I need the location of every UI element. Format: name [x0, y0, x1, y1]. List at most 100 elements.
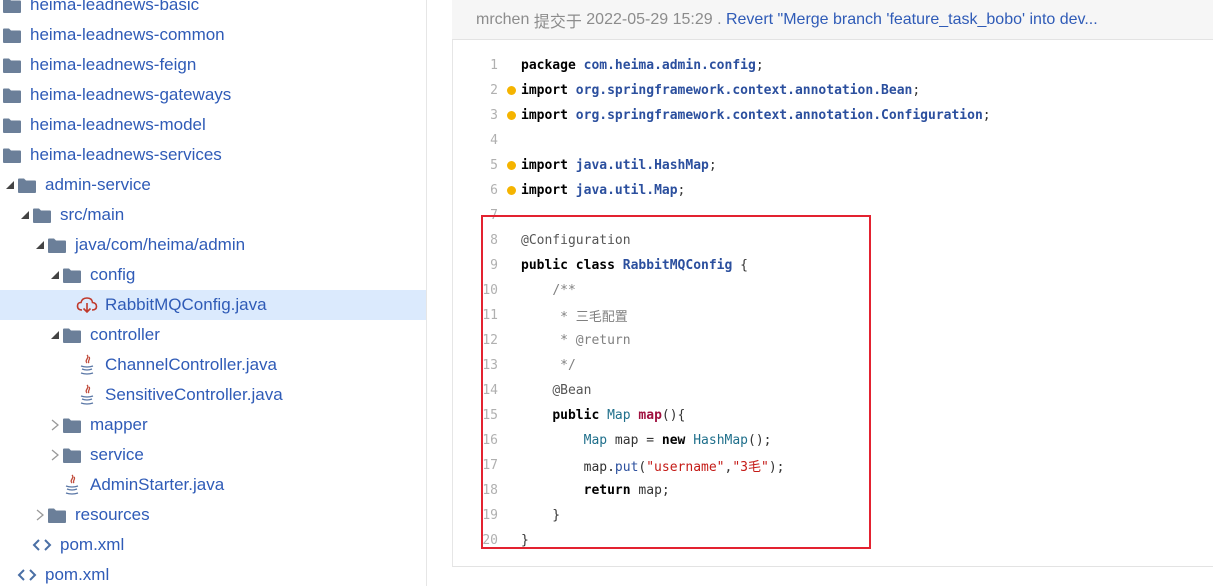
code-token: package	[521, 58, 576, 73]
tree-item[interactable]: AdminStarter.java	[0, 470, 426, 500]
folder-icon	[1, 24, 23, 46]
line-number[interactable]: 19	[453, 508, 498, 523]
tree-item[interactable]: heima-leadnews-model	[0, 110, 426, 140]
caret-expanded-icon[interactable]	[49, 269, 61, 281]
caret-collapsed-icon[interactable]	[34, 509, 46, 521]
line-number[interactable]: 18	[453, 483, 498, 498]
caret-expanded-icon[interactable]	[19, 209, 31, 221]
code-token: @Configuration	[521, 233, 631, 248]
code-token: ;	[755, 58, 764, 73]
caret-expanded-icon[interactable]	[4, 179, 16, 191]
line-number[interactable]: 4	[453, 133, 498, 148]
code-text: import java.util.Map;	[521, 183, 685, 198]
line-number[interactable]: 17	[453, 458, 498, 473]
tree-item-label: heima-leadnews-gateways	[30, 85, 232, 104]
tree-item-label: pom.xml	[60, 535, 125, 554]
tree-item[interactable]: SensitiveController.java	[0, 380, 426, 410]
tree-item[interactable]: pom.xml	[0, 560, 426, 586]
code-line: 18 return map;	[453, 478, 1213, 503]
tree-item-label: pom.xml	[45, 565, 110, 584]
tree-item-label: heima-leadnews-common	[30, 25, 225, 44]
commit-info: mrchen 提交于 2022-05-29 15:29 . Revert "Me…	[452, 0, 1213, 40]
tree-item-label: heima-leadnews-feign	[30, 55, 197, 74]
folder-icon	[1, 114, 23, 136]
caret-collapsed-icon[interactable]	[49, 419, 61, 431]
tree-item[interactable]: controller	[0, 320, 426, 350]
tree-item[interactable]: RabbitMQConfig.java	[0, 290, 426, 320]
folder-icon	[1, 144, 23, 166]
code-token: }	[521, 533, 529, 548]
code-text: import org.springframework.context.annot…	[521, 108, 991, 123]
line-number[interactable]: 3	[453, 108, 498, 123]
code-token: * @return	[560, 333, 631, 348]
tree-item[interactable]: admin-service	[0, 170, 426, 200]
line-number[interactable]: 20	[453, 533, 498, 548]
line-number[interactable]: 6	[453, 183, 498, 198]
line-number[interactable]: 10	[453, 283, 498, 298]
code-line: 1 package com.heima.admin.config;	[453, 53, 1213, 78]
tree-item[interactable]: ChannelController.java	[0, 350, 426, 380]
code-token: "username"	[646, 460, 725, 475]
line-number[interactable]: 7	[453, 208, 498, 223]
code-text: }	[521, 508, 560, 523]
code-text: */	[521, 358, 576, 373]
caret-expanded-icon[interactable]	[34, 239, 46, 251]
tree-item[interactable]: heima-leadnews-gateways	[0, 80, 426, 110]
xml-file-icon	[16, 564, 38, 586]
commit-message[interactable]: Revert "Merge branch 'feature_task_bobo'…	[726, 11, 1098, 29]
java-file-icon	[76, 354, 98, 376]
xml-file-icon	[31, 534, 53, 556]
caret-expanded-icon[interactable]	[49, 329, 61, 341]
code-text: public class RabbitMQConfig {	[521, 258, 748, 273]
line-number[interactable]: 12	[453, 333, 498, 348]
line-number[interactable]: 9	[453, 258, 498, 273]
code-token: HashMap	[693, 433, 749, 448]
tree-item[interactable]: pom.xml	[0, 530, 426, 560]
code-text: import org.springframework.context.annot…	[521, 83, 920, 98]
tree-item-label: RabbitMQConfig.java	[105, 295, 267, 314]
tree-item[interactable]: mapper	[0, 410, 426, 440]
code-text: @Configuration	[521, 233, 631, 248]
folder-icon	[1, 84, 23, 106]
tree-item[interactable]: src/main	[0, 200, 426, 230]
tree-item[interactable]: resources	[0, 500, 426, 530]
folder-icon	[46, 504, 68, 526]
tree-item[interactable]: heima-leadnews-services	[0, 140, 426, 170]
line-number[interactable]: 5	[453, 158, 498, 173]
code-token: java.util.HashMap	[575, 158, 709, 173]
line-number[interactable]: 2	[453, 83, 498, 98]
code-token: (){	[661, 408, 686, 423]
code-token: RabbitMQConfig	[622, 258, 733, 273]
tree-item[interactable]: config	[0, 260, 426, 290]
line-number[interactable]: 14	[453, 383, 498, 398]
tree-item[interactable]: service	[0, 440, 426, 470]
tree-item-label: controller	[90, 325, 160, 344]
tree-item-label: config	[90, 265, 136, 284]
code-token: map	[638, 408, 662, 423]
code-token: */	[560, 358, 576, 373]
code-line: 4	[453, 128, 1213, 153]
tree-item[interactable]: java/com/heima/admin	[0, 230, 426, 260]
code-token: map =	[607, 433, 662, 448]
code-token: ;	[912, 83, 921, 98]
commit-author[interactable]: mrchen	[476, 11, 529, 29]
line-number[interactable]: 11	[453, 308, 498, 323]
caret-collapsed-icon[interactable]	[49, 449, 61, 461]
code-text: package com.heima.admin.config;	[521, 58, 764, 73]
line-number[interactable]: 13	[453, 358, 498, 373]
code-token: Map	[607, 408, 631, 423]
commit-action: 提交于	[533, 13, 582, 31]
line-number[interactable]: 1	[453, 58, 498, 73]
line-number[interactable]: 15	[453, 408, 498, 423]
code-token: }	[521, 508, 561, 523]
line-number[interactable]: 16	[453, 433, 498, 448]
tree-item[interactable]: heima-leadnews-common	[0, 20, 426, 50]
change-marker-icon	[507, 186, 516, 195]
tree-item[interactable]: heima-leadnews-feign	[0, 50, 426, 80]
line-number[interactable]: 8	[453, 233, 498, 248]
tree-item[interactable]: heima-leadnews-basic	[0, 0, 426, 20]
